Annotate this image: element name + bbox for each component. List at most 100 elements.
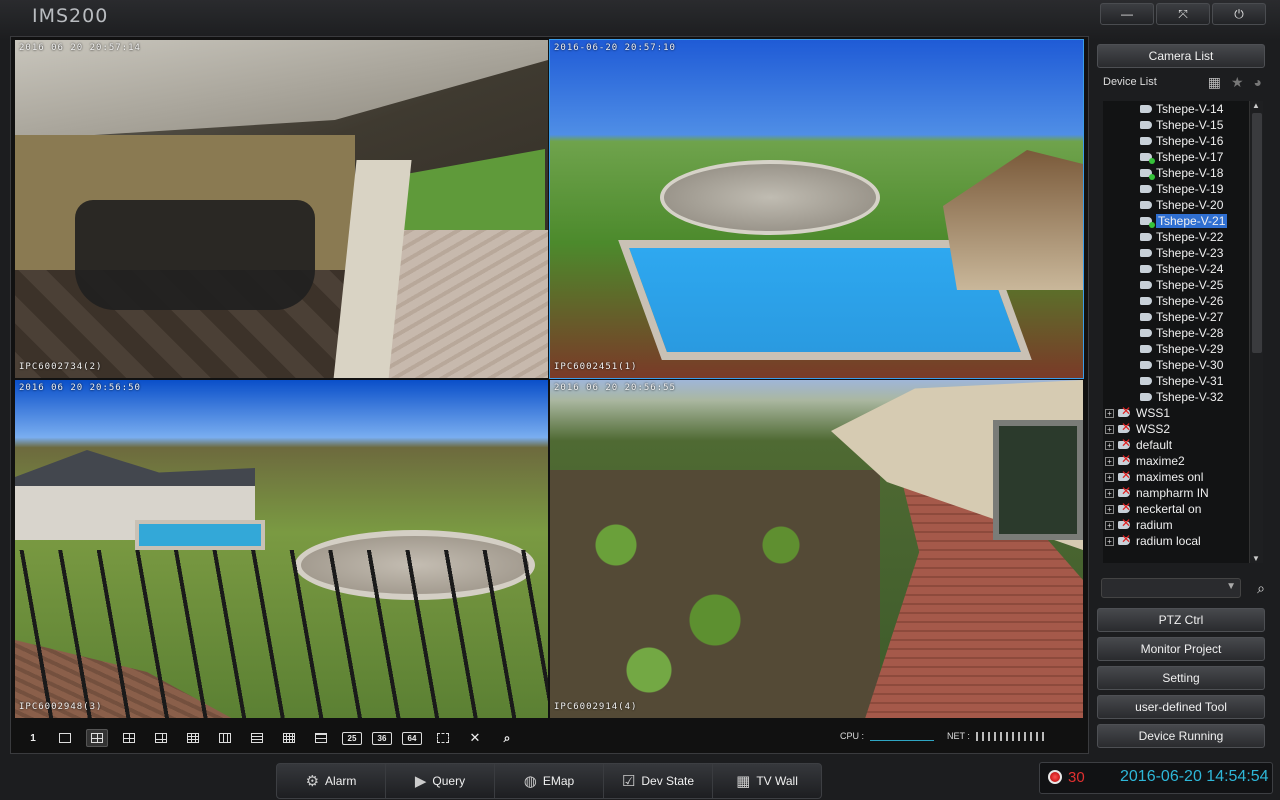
zoom-button[interactable]: ⌕ (496, 729, 518, 747)
search-combo[interactable]: ▼ (1101, 578, 1241, 598)
nav-dev-state[interactable]: ☑ Dev State (604, 764, 713, 798)
alarm-light-icon[interactable] (1048, 770, 1062, 784)
star-icon[interactable]: ★ (1231, 74, 1244, 91)
grid-view-icon[interactable]: ▦ (1208, 74, 1221, 91)
alarm-count: 30 (1068, 769, 1085, 786)
video-cell-2[interactable]: 2016-06-20 20:57:10 IPC6002451(1) (549, 39, 1084, 379)
offline-device-icon (1118, 436, 1132, 450)
ten-view-icon (219, 733, 231, 743)
camera-icon (1140, 105, 1152, 113)
tree-camera-item[interactable]: Tshepe-V-18 (1103, 165, 1263, 181)
layout-9-button[interactable] (182, 729, 204, 747)
layout-6-button[interactable] (118, 729, 140, 747)
nav-emap[interactable]: ◍ EMap (495, 764, 604, 798)
layout-64-button[interactable]: 64 (402, 731, 422, 745)
device-tree[interactable]: Tshepe-V-14 Tshepe-V-15 Tshepe-V-16 Tshepe-… (1103, 101, 1263, 563)
tree-group-item[interactable]: + radium (1103, 516, 1263, 533)
camera-icon (1140, 169, 1155, 180)
layout-custom-button[interactable] (310, 729, 332, 747)
layout-16-button[interactable] (278, 729, 300, 747)
scroll-down-icon[interactable]: ▼ (1252, 554, 1260, 563)
tree-camera-item[interactable]: Tshepe-V-21 (1103, 213, 1263, 229)
expand-icon[interactable]: + (1105, 536, 1114, 546)
device-list-label: Device List (1103, 76, 1157, 88)
tree-camera-item[interactable]: Tshepe-V-29 (1103, 341, 1263, 357)
expand-icon[interactable]: + (1105, 504, 1114, 514)
minimize-button[interactable]: — (1100, 3, 1154, 25)
tree-camera-item[interactable]: Tshepe-V-31 (1103, 373, 1263, 389)
tree-camera-item[interactable]: Tshepe-V-23 (1103, 245, 1263, 261)
expand-icon[interactable]: + (1105, 472, 1114, 482)
camera-icon (1140, 329, 1152, 337)
minimize-icon: — (1121, 7, 1133, 21)
quad-view-icon (91, 733, 103, 743)
ptz-ctrl-button[interactable]: PTZ Ctrl (1097, 608, 1265, 632)
pie-chart-icon[interactable]: ◕ (1254, 74, 1262, 91)
tree-camera-item[interactable]: Tshepe-V-27 (1103, 309, 1263, 325)
tree-camera-item[interactable]: Tshepe-V-15 (1103, 117, 1263, 133)
tree-group-item[interactable]: + maxime2 (1103, 452, 1263, 469)
tree-camera-item[interactable]: Tshepe-V-22 (1103, 229, 1263, 245)
layout-full-button[interactable] (54, 729, 76, 747)
tree-camera-item[interactable]: Tshepe-V-28 (1103, 325, 1263, 341)
tree-group-item[interactable]: + default (1103, 436, 1263, 453)
setting-button[interactable]: Setting (1097, 666, 1265, 690)
expand-icon[interactable]: + (1105, 408, 1114, 418)
power-button[interactable]: ⏻ (1212, 3, 1266, 25)
layout-1-button[interactable]: 1 (22, 729, 44, 747)
scroll-up-icon[interactable]: ▲ (1252, 101, 1260, 110)
monitor-project-button[interactable]: Monitor Project (1097, 637, 1265, 661)
app-window: IMS200 — ⤧ ⏻ 2016 06 20 20:57:14 IPC6002… (0, 0, 1280, 800)
layout-toolbar: 1 25 36 64 ✕ ⌕ CPU : NET : (22, 727, 1082, 749)
expand-icon[interactable]: + (1105, 440, 1114, 450)
device-running-button[interactable]: Device Running (1097, 724, 1265, 748)
tree-group-item[interactable]: + maximes onl (1103, 468, 1263, 485)
tree-item-label: Tshepe-V-18 (1156, 166, 1224, 180)
expand-icon[interactable]: + (1105, 488, 1114, 498)
tree-group-item[interactable]: + nampharm IN (1103, 484, 1263, 501)
osd-timestamp: 2016 06 20 20:57:14 (19, 43, 141, 53)
scroll-thumb[interactable] (1252, 113, 1262, 353)
tree-camera-item[interactable]: Tshepe-V-24 (1103, 261, 1263, 277)
maximize-button[interactable]: ⤧ (1156, 3, 1210, 25)
tree-group-item[interactable]: + WSS2 (1103, 420, 1263, 437)
layout-10-button[interactable] (214, 729, 236, 747)
layout-13-button[interactable] (246, 729, 268, 747)
search-icon: ⌕ (503, 730, 511, 745)
camera-icon (1140, 201, 1152, 209)
layout-36-button[interactable]: 36 (372, 731, 392, 745)
fullscreen-button[interactable] (432, 729, 454, 747)
layout-4-button[interactable] (86, 729, 108, 747)
camera-icon (1140, 281, 1152, 289)
search-icon[interactable]: ⌕ (1257, 580, 1265, 597)
user-defined-tool-button[interactable]: user-defined Tool (1097, 695, 1265, 719)
tree-scrollbar[interactable]: ▲ ▼ (1249, 101, 1263, 563)
tree-camera-item[interactable]: Tshepe-V-25 (1103, 277, 1263, 293)
tree-group-item[interactable]: + neckertal on (1103, 500, 1263, 517)
tree-camera-item[interactable]: Tshepe-V-26 (1103, 293, 1263, 309)
video-cell-3[interactable]: 2016 06 20 20:56:50 IPC6002948(3) (15, 380, 548, 718)
expand-icon[interactable]: + (1105, 456, 1114, 466)
tree-camera-item[interactable]: Tshepe-V-14 (1103, 101, 1263, 117)
tree-camera-item[interactable]: Tshepe-V-20 (1103, 197, 1263, 213)
tree-camera-item[interactable]: Tshepe-V-17 (1103, 149, 1263, 165)
tree-camera-item[interactable]: Tshepe-V-19 (1103, 181, 1263, 197)
tree-camera-item[interactable]: Tshepe-V-30 (1103, 357, 1263, 373)
nav-label: TV Wall (756, 774, 798, 788)
video-cell-1[interactable]: 2016 06 20 20:57:14 IPC6002734(2) (15, 40, 548, 378)
nav-tv-wall[interactable]: ▦ TV Wall (713, 764, 821, 798)
expand-icon[interactable]: + (1105, 424, 1114, 434)
nav-alarm[interactable]: ⚙ Alarm (277, 764, 386, 798)
expand-icon[interactable]: + (1105, 520, 1114, 530)
layout-25-button[interactable]: 25 (342, 731, 362, 745)
tree-camera-item[interactable]: Tshepe-V-16 (1103, 133, 1263, 149)
tree-group-item[interactable]: + radium local (1103, 532, 1263, 549)
close-all-button[interactable]: ✕ (464, 729, 486, 747)
camera-list-button[interactable]: Camera List (1097, 44, 1265, 68)
app-title: IMS200 (32, 5, 109, 27)
layout-8-button[interactable] (150, 729, 172, 747)
nav-query[interactable]: ▶ Query (386, 764, 495, 798)
video-cell-4[interactable]: 2016 06 20 20:56:55 IPC6002914(4) (550, 380, 1083, 718)
tree-group-item[interactable]: + WSS1 (1103, 404, 1263, 421)
tree-camera-item[interactable]: Tshepe-V-32 (1103, 389, 1263, 405)
